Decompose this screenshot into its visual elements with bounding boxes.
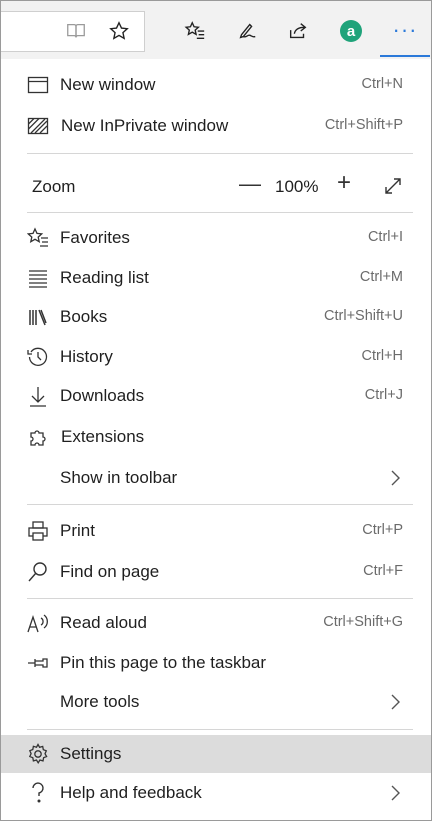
download-icon xyxy=(27,385,49,407)
shortcut-text: Ctrl+Shift+U xyxy=(324,308,403,324)
history-icon xyxy=(27,346,49,368)
menu-item-label: New window xyxy=(60,75,156,94)
read-aloud-icon xyxy=(27,612,49,634)
help-icon xyxy=(27,782,49,804)
shortcut-text: Ctrl+H xyxy=(361,348,404,364)
menu-item-label: Read aloud xyxy=(60,613,147,632)
menu-item-more-tools[interactable]: More tools xyxy=(1,683,431,721)
shortcut-text: Ctrl+N xyxy=(361,76,404,92)
shortcut-text: Ctrl+Shift+G xyxy=(323,614,403,630)
account-icon[interactable]: a xyxy=(335,15,367,47)
shortcut-text: Ctrl+P xyxy=(362,522,403,538)
zoom-level: 100% xyxy=(275,177,319,196)
browser-window: a ··· New window Ctrl+N New InPrivate wi… xyxy=(0,0,432,821)
menu-item-extensions[interactable]: Extensions xyxy=(1,418,431,456)
menu-item-label: Favorites xyxy=(60,228,130,247)
menu-item-read-aloud[interactable]: Read aloud Ctrl+Shift+G xyxy=(1,604,431,642)
more-icon: ··· xyxy=(392,17,418,42)
zoom-out-button[interactable]: — xyxy=(239,171,261,196)
menu-item-new-inprivate-window[interactable]: New InPrivate window Ctrl+Shift+P xyxy=(1,107,431,145)
books-icon xyxy=(27,306,49,328)
shortcut-text: Ctrl+J xyxy=(364,387,403,403)
menu-item-pin-to-taskbar[interactable]: Pin this page to the taskbar xyxy=(1,644,431,682)
menu-item-label: More tools xyxy=(60,692,140,711)
browser-toolbar: a ··· xyxy=(1,1,431,59)
menu-item-help-and-feedback[interactable]: Help and feedback xyxy=(1,774,431,812)
menu-item-label: New InPrivate window xyxy=(61,116,229,135)
pin-icon xyxy=(27,652,49,674)
menu-item-new-window[interactable]: New window Ctrl+N xyxy=(1,66,431,104)
printer-icon xyxy=(27,520,49,542)
account-avatar: a xyxy=(340,20,362,42)
chevron-right-icon xyxy=(389,784,401,802)
menu-item-label: Settings xyxy=(60,744,122,763)
menu-item-label: Pin this page to the taskbar xyxy=(60,653,267,672)
puzzle-icon xyxy=(27,426,49,448)
menu-divider xyxy=(27,729,413,730)
menu-divider xyxy=(27,598,413,599)
zoom-label: Zoom xyxy=(32,177,76,196)
menu-item-find-on-page[interactable]: Find on page Ctrl+F xyxy=(1,553,431,591)
menu-item-label: Help and feedback xyxy=(60,783,202,802)
inprivate-window-icon xyxy=(27,115,49,137)
shortcut-text: Ctrl+F xyxy=(363,563,403,579)
menu-item-label: Show in toolbar xyxy=(60,468,178,487)
menu-item-label: Extensions xyxy=(61,427,145,446)
favorites-list-icon[interactable] xyxy=(179,15,211,47)
menu-item-print[interactable]: Print Ctrl+P xyxy=(1,512,431,550)
menu-item-settings[interactable]: Settings xyxy=(1,735,431,773)
favorites-icon xyxy=(26,227,49,249)
more-button[interactable]: ··· xyxy=(380,11,430,57)
menu-item-books[interactable]: Books Ctrl+Shift+U xyxy=(1,298,431,336)
menu-item-show-in-toolbar[interactable]: Show in toolbar xyxy=(1,459,431,497)
menu-item-favorites[interactable]: Favorites Ctrl+I xyxy=(1,219,431,257)
gear-icon xyxy=(27,743,49,765)
shortcut-text: Ctrl+Shift+P xyxy=(324,117,403,133)
menu-item-history[interactable]: History Ctrl+H xyxy=(1,338,431,376)
shortcut-text: Ctrl+I xyxy=(367,229,403,245)
menu-item-label: History xyxy=(60,347,113,366)
shortcut-text: Ctrl+M xyxy=(359,269,403,285)
settings-and-more-menu: New window Ctrl+N New InPrivate window C… xyxy=(1,59,431,820)
menu-item-label: Print xyxy=(60,521,95,540)
zoom-in-button[interactable]: + xyxy=(337,169,359,196)
menu-item-label: Downloads xyxy=(60,386,145,405)
chevron-right-icon xyxy=(389,469,401,487)
menu-item-reading-list[interactable]: Reading list Ctrl+M xyxy=(1,259,431,297)
menu-item-downloads[interactable]: Downloads Ctrl+J xyxy=(1,377,431,415)
favorite-star-icon[interactable] xyxy=(103,15,135,47)
menu-divider xyxy=(27,504,413,505)
menu-item-label: Books xyxy=(60,307,108,326)
menu-item-label: Find on page xyxy=(60,562,160,581)
address-bar[interactable] xyxy=(1,11,145,52)
menu-divider xyxy=(27,212,413,213)
window-icon xyxy=(27,74,49,96)
full-screen-icon[interactable] xyxy=(383,176,403,196)
pen-icon[interactable] xyxy=(231,15,263,47)
menu-divider xyxy=(27,153,413,154)
reading-list-icon xyxy=(27,267,49,289)
chevron-right-icon xyxy=(389,693,401,711)
menu-item-label: Reading list xyxy=(60,268,149,287)
reading-view-icon[interactable] xyxy=(60,15,92,47)
share-icon[interactable] xyxy=(282,15,314,47)
search-icon xyxy=(27,561,49,583)
